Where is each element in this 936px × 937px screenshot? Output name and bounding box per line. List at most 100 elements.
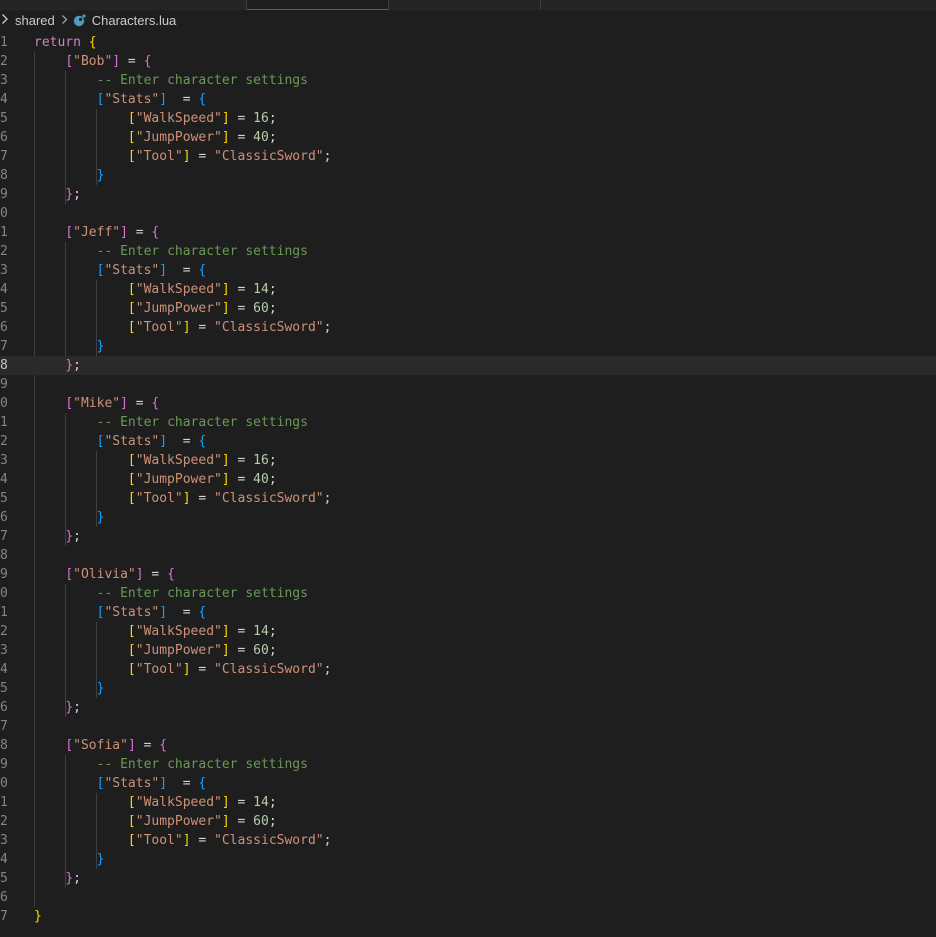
line-number[interactable]: 9 [0,185,14,204]
line-number[interactable]: 3 [0,71,14,90]
code-line[interactable]: 3 ["Tool"] = "ClassicSword"; [0,831,936,850]
line-number[interactable]: 3 [0,451,14,470]
line-number[interactable]: 4 [0,280,14,299]
code-line[interactable]: 1 ["WalkSpeed"] = 14; [0,793,936,812]
line-number[interactable]: 3 [0,261,14,280]
line-number[interactable]: 0 [0,774,14,793]
line-number[interactable]: 8 [0,736,14,755]
code-line[interactable]: 3 -- Enter character settings [0,71,936,90]
code-text: } [34,337,105,356]
code-line[interactable]: 6 [0,888,936,907]
line-number[interactable]: 7 [0,337,14,356]
code-line[interactable]: 4 ["Tool"] = "ClassicSword"; [0,660,936,679]
code-line[interactable]: 1 ["Jeff"] = { [0,223,936,242]
code-line[interactable]: 2 ["JumpPower"] = 60; [0,812,936,831]
line-number[interactable]: 9 [0,565,14,584]
line-number[interactable]: 0 [0,204,14,223]
active-tab[interactable] [247,0,388,10]
line-number[interactable]: 9 [0,375,14,394]
breadcrumb-folder[interactable]: shared [13,13,57,28]
code-line[interactable]: 0 ["Stats"] = { [0,774,936,793]
line-number[interactable]: 1 [0,793,14,812]
line-number[interactable]: 6 [0,888,14,907]
line-number[interactable]: 7 [0,907,14,926]
code-line[interactable]: 6 ["JumpPower"] = 40; [0,128,936,147]
line-number[interactable]: 5 [0,299,14,318]
code-line[interactable]: 2 ["Stats"] = { [0,432,936,451]
code-line[interactable]: 9 -- Enter character settings [0,755,936,774]
code-line[interactable]: 4 } [0,850,936,869]
line-number[interactable]: 6 [0,128,14,147]
code-line[interactable]: 1 return { [0,33,936,52]
code-line[interactable]: 3 ["JumpPower"] = 60; [0,641,936,660]
code-editor[interactable]: 1 return {2 ["Bob"] = {3 -- Enter charact… [0,31,936,937]
code-line[interactable]: 9 [0,375,936,394]
line-number[interactable]: 8 [0,356,14,375]
line-number[interactable]: 5 [0,679,14,698]
line-number[interactable]: 2 [0,52,14,71]
code-line[interactable]: 7} [0,907,936,926]
code-line[interactable]: 5 ["Tool"] = "ClassicSword"; [0,489,936,508]
line-number[interactable]: 1 [0,603,14,622]
code-line[interactable]: 2 ["Bob"] = { [0,52,936,71]
code-line[interactable]: 7 }; [0,527,936,546]
code-line[interactable]: 8 } [0,166,936,185]
code-line[interactable]: 7 } [0,337,936,356]
code-line[interactable]: 0 -- Enter character settings [0,584,936,603]
code-line[interactable]: 7 [0,717,936,736]
code-line[interactable]: 8 [0,546,936,565]
code-line[interactable]: 2 ["WalkSpeed"] = 14; [0,622,936,641]
line-number[interactable]: 4 [0,660,14,679]
line-number[interactable]: 7 [0,717,14,736]
breadcrumb-file[interactable]: Characters.lua [90,13,179,28]
line-number[interactable]: 8 [0,546,14,565]
line-number[interactable]: 4 [0,850,14,869]
code-line[interactable]: 7 ["Tool"] = "ClassicSword"; [0,147,936,166]
code-line[interactable]: 6 } [0,508,936,527]
code-line[interactable]: 4 ["WalkSpeed"] = 14; [0,280,936,299]
line-number[interactable]: 6 [0,318,14,337]
line-number[interactable]: 9 [0,755,14,774]
code-line[interactable]: 5 } [0,679,936,698]
line-number[interactable]: 5 [0,109,14,128]
code-line[interactable]: 9 }; [0,185,936,204]
line-number[interactable]: 2 [0,622,14,641]
line-number[interactable]: 6 [0,698,14,717]
line-number[interactable]: 1 [0,33,14,52]
code-line[interactable]: 5 }; [0,869,936,888]
code-line[interactable]: 8 }; [0,356,936,375]
code-line[interactable]: 4 ["JumpPower"] = 40; [0,470,936,489]
line-number[interactable]: 3 [0,831,14,850]
line-number[interactable]: 7 [0,147,14,166]
line-number[interactable]: 1 [0,223,14,242]
code-line[interactable]: 9 ["Olivia"] = { [0,565,936,584]
code-line[interactable]: 6 }; [0,698,936,717]
code-line[interactable]: 5 ["WalkSpeed"] = 16; [0,109,936,128]
code-line[interactable]: 0 [0,204,936,223]
code-line[interactable]: 3 ["Stats"] = { [0,261,936,280]
code-line[interactable]: 1 -- Enter character settings [0,413,936,432]
line-number[interactable]: 6 [0,508,14,527]
code-line[interactable]: 3 ["WalkSpeed"] = 16; [0,451,936,470]
line-number[interactable]: 3 [0,641,14,660]
line-number[interactable]: 7 [0,527,14,546]
code-line[interactable]: 8 ["Sofia"] = { [0,736,936,755]
line-number[interactable]: 2 [0,432,14,451]
code-line[interactable]: 5 ["JumpPower"] = 60; [0,299,936,318]
line-number[interactable]: 1 [0,413,14,432]
line-number[interactable]: 2 [0,812,14,831]
line-number[interactable]: 5 [0,489,14,508]
line-number[interactable]: 4 [0,470,14,489]
code-line[interactable]: 0 ["Mike"] = { [0,394,936,413]
code-line[interactable]: 2 -- Enter character settings [0,242,936,261]
line-number[interactable]: 0 [0,394,14,413]
code-line[interactable]: 6 ["Tool"] = "ClassicSword"; [0,318,936,337]
line-number[interactable]: 5 [0,869,14,888]
code-line[interactable]: 4 ["Stats"] = { [0,90,936,109]
line-number[interactable]: 0 [0,584,14,603]
line-number[interactable]: 4 [0,90,14,109]
line-number[interactable]: 8 [0,166,14,185]
code-line[interactable]: 1 ["Stats"] = { [0,603,936,622]
line-number[interactable]: 2 [0,242,14,261]
